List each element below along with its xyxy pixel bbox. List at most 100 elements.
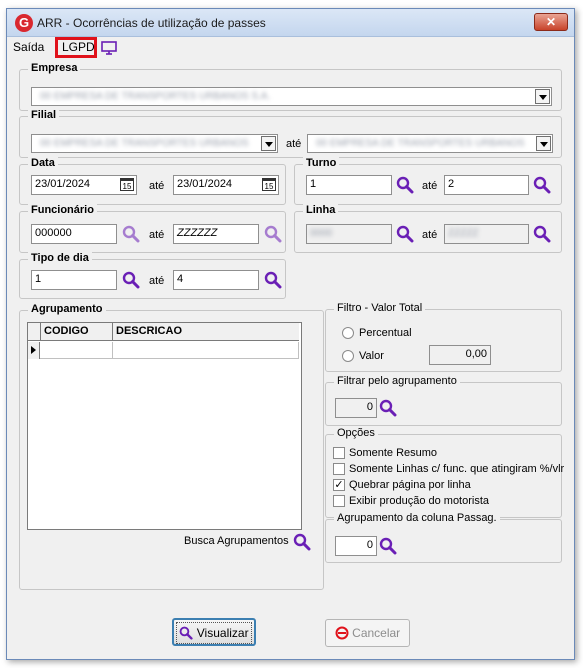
close-button[interactable]: ✕ — [534, 13, 568, 31]
tipo-dia-label: Tipo de dia — [28, 252, 92, 264]
search-icon[interactable] — [293, 533, 311, 551]
data-to-input[interactable]: 23/01/2024 15 — [173, 175, 279, 195]
search-icon[interactable] — [264, 271, 282, 289]
busca-agrupamentos-label[interactable]: Busca Agrupamentos — [184, 535, 289, 547]
filial-to-select[interactable]: 00 EMPRESA DE TRANSPORTES URBANOS — [307, 134, 553, 153]
search-icon[interactable] — [379, 537, 397, 555]
grid-cell-descricao[interactable] — [113, 342, 299, 359]
empresa-value: 00 EMPRESA DE TRANSPORTES URBANOS S.A. — [40, 91, 271, 102]
valor-radio[interactable] — [342, 350, 354, 362]
grid-header: CODIGO DESCRICAO — [28, 323, 299, 341]
empresa-group: Empresa 00 EMPRESA DE TRANSPORTES URBANO… — [19, 62, 562, 111]
funcionario-ate-label: até — [149, 229, 165, 241]
chevron-down-icon[interactable] — [261, 136, 276, 151]
percentual-radio[interactable] — [342, 327, 354, 339]
grid-corner — [28, 323, 41, 341]
chevron-down-icon[interactable] — [535, 89, 550, 104]
filial-from-select[interactable]: 00 EMPRESA DE TRANSPORTES URBANOS — [31, 134, 278, 153]
monitor-icon[interactable] — [101, 41, 117, 55]
agrupamento-passag-label: Agrupamento da coluna Passag. — [334, 512, 500, 524]
somente-resumo-checkbox[interactable] — [333, 447, 345, 459]
filial-group: Filial 00 EMPRESA DE TRANSPORTES URBANOS… — [19, 109, 562, 158]
quebrar-pagina-checkbox[interactable]: ✓ — [333, 479, 345, 491]
filtrar-agrupamento-group: Filtrar pelo agrupamento 0 — [325, 375, 562, 426]
search-icon[interactable] — [379, 399, 397, 417]
tipo-dia-to-input[interactable]: 4 — [173, 270, 259, 290]
exibir-producao-checkbox[interactable] — [333, 495, 345, 507]
turno-group: Turno 1 até 2 — [294, 157, 562, 205]
turno-from-input[interactable]: 1 — [306, 175, 392, 195]
filtrar-agrupamento-label: Filtrar pelo agrupamento — [334, 375, 460, 387]
search-icon[interactable] — [396, 225, 414, 243]
somente-linhas-checkbox[interactable] — [333, 463, 345, 475]
valor-label: Valor — [359, 350, 384, 362]
tipo-dia-ate-label: até — [149, 275, 165, 287]
funcionario-from-input[interactable]: 000000 — [31, 224, 117, 244]
linha-from-input[interactable]: 0000 — [306, 224, 392, 244]
funcionario-to-input[interactable]: ZZZZZZ — [173, 224, 259, 244]
empresa-label: Empresa — [28, 62, 81, 74]
funcionario-group: Funcionário 000000 até ZZZZZZ — [19, 204, 286, 253]
linha-to-input[interactable]: ZZZZZ — [444, 224, 529, 244]
filtro-valor-group: Filtro - Valor Total Percentual Valor 0,… — [325, 302, 562, 372]
filial-label: Filial — [28, 109, 60, 121]
data-from-input[interactable]: 23/01/2024 15 — [31, 175, 137, 195]
agrupamento-label: Agrupamento — [28, 303, 106, 315]
app-logo-icon: G — [15, 14, 33, 32]
chevron-down-icon[interactable] — [536, 136, 551, 151]
empresa-select[interactable]: 00 EMPRESA DE TRANSPORTES URBANOS S.A. — [31, 87, 552, 106]
opcoes-group: Opções Somente Resumo Somente Linhas c/ … — [325, 427, 565, 518]
search-icon[interactable] — [122, 225, 140, 243]
calendar-icon[interactable]: 15 — [262, 178, 276, 191]
linha-to-value: ZZZZZ — [448, 228, 479, 239]
search-icon[interactable] — [122, 271, 140, 289]
app-window: G ARR - Ocorrências de utilização de pas… — [6, 8, 575, 660]
cancel-icon — [335, 626, 349, 640]
menu-saida[interactable]: Saída — [13, 40, 44, 54]
filtro-valor-label: Filtro - Valor Total — [334, 302, 426, 314]
filial-to-value: 00 EMPRESA DE TRANSPORTES URBANOS — [316, 138, 525, 149]
cancelar-label: Cancelar — [352, 626, 401, 640]
visualizar-label: Visualizar — [196, 626, 249, 640]
visualizar-button[interactable]: Visualizar — [172, 618, 256, 646]
data-from-value: 23/01/2024 — [35, 178, 91, 190]
menu-lgpd[interactable]: LGPD — [62, 40, 95, 54]
linha-label: Linha — [303, 204, 339, 216]
cancelar-button[interactable]: Cancelar — [325, 619, 410, 647]
grid-col-descricao[interactable]: DESCRICAO — [113, 323, 299, 341]
table-row[interactable] — [28, 342, 299, 359]
search-icon[interactable] — [533, 176, 551, 194]
turno-ate-label: até — [422, 180, 438, 192]
valor-input[interactable]: 0,00 — [429, 345, 491, 365]
linha-ate-label: até — [422, 229, 438, 241]
visualizar-button-inner: Visualizar — [176, 622, 252, 644]
grid-cell-codigo[interactable] — [41, 342, 113, 359]
linha-group: Linha 0000 até ZZZZZ — [294, 204, 562, 253]
linha-from-value: 0000 — [310, 228, 333, 239]
calendar-icon[interactable]: 15 — [120, 178, 134, 191]
tipo-dia-group: Tipo de dia 1 até 4 — [19, 252, 286, 299]
percentual-label: Percentual — [359, 327, 412, 339]
grid-col-codigo[interactable]: CODIGO — [41, 323, 113, 341]
search-icon[interactable] — [264, 225, 282, 243]
filial-from-value: 00 EMPRESA DE TRANSPORTES URBANOS — [40, 138, 249, 149]
window-title: ARR - Ocorrências de utilização de passe… — [37, 16, 266, 30]
search-icon — [179, 626, 193, 640]
search-icon[interactable] — [396, 176, 414, 194]
quebrar-pagina-label: Quebrar página por linha — [349, 479, 471, 491]
agrupamento-grid[interactable]: CODIGO DESCRICAO — [27, 322, 302, 530]
turno-label: Turno — [303, 157, 340, 169]
row-indicator-icon — [28, 342, 40, 359]
search-icon[interactable] — [533, 225, 551, 243]
title-bar: G ARR - Ocorrências de utilização de pas… — [7, 9, 574, 37]
data-ate-label: até — [149, 180, 165, 192]
somente-linhas-label: Somente Linhas c/ func. que atingiram %/… — [349, 463, 565, 475]
turno-to-input[interactable]: 2 — [444, 175, 529, 195]
filtrar-agrupamento-input[interactable]: 0 — [335, 398, 377, 418]
agrupamento-passag-input[interactable]: 0 — [335, 536, 377, 556]
somente-resumo-label: Somente Resumo — [349, 447, 438, 459]
opcoes-label: Opções — [334, 427, 378, 439]
funcionario-label: Funcionário — [28, 204, 97, 216]
tipo-dia-from-input[interactable]: 1 — [31, 270, 117, 290]
menu-bar: Saída LGPD — [7, 37, 574, 58]
